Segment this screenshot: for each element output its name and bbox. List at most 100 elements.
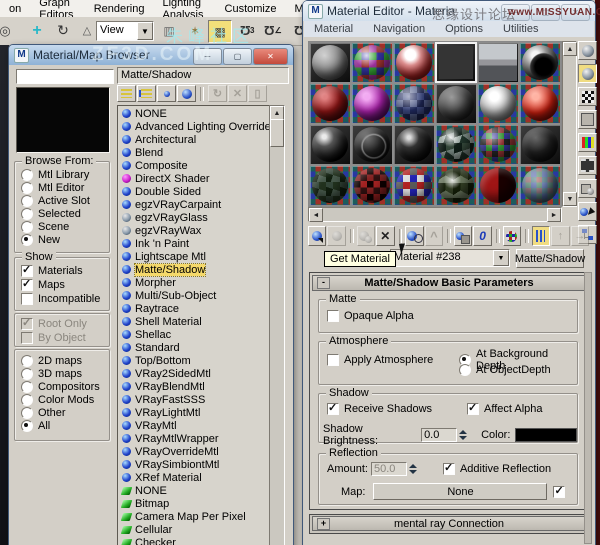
radio-control[interactable] xyxy=(21,419,33,432)
list-item-none-0[interactable]: NONE xyxy=(118,107,270,120)
reflection-map-button[interactable]: None xyxy=(373,483,548,500)
rollout-header-basic[interactable]: - Matte/Shadow Basic Parameters xyxy=(312,275,586,291)
radio-scene[interactable]: Scene xyxy=(15,220,109,233)
sample-slot-18[interactable] xyxy=(519,124,561,165)
scroll-right-icon[interactable]: ► xyxy=(547,208,561,222)
reflection-amount-value[interactable]: 50.0 xyxy=(370,462,407,476)
maximize-button[interactable]: ▢ xyxy=(223,48,252,65)
list-item-blend-3[interactable]: Blend xyxy=(118,146,270,159)
list-item-camera-map-per-pixel-31[interactable]: Camera Map Per Pixel xyxy=(118,510,270,523)
scroll-thumb[interactable] xyxy=(270,119,284,147)
app-menu-rendering[interactable]: Rendering xyxy=(85,2,154,16)
sample-slot-19[interactable] xyxy=(309,165,351,206)
sample-slot-9[interactable] xyxy=(393,83,435,124)
scroll-down-icon[interactable]: ▼ xyxy=(563,192,577,206)
make-preview-icon[interactable] xyxy=(578,156,597,175)
sample-slot-4-active[interactable] xyxy=(435,42,477,83)
minimize-button[interactable]: ─ xyxy=(501,4,530,21)
sample-slot-5[interactable] xyxy=(477,42,519,83)
snaps-toggle-icon[interactable]: ▩ xyxy=(208,20,232,43)
sample-slot-14[interactable] xyxy=(351,124,393,165)
list-item-directx-shader-5[interactable]: DirectX Shader xyxy=(118,172,270,185)
slot-vertical-scrollbar[interactable]: ▲ ▼ xyxy=(562,41,577,207)
radio-control[interactable] xyxy=(21,194,33,207)
radio-mtl-editor[interactable]: Mtl Editor xyxy=(15,181,109,194)
checkbox-materials[interactable]: Materials xyxy=(15,263,109,278)
material-type-button[interactable]: Matte/Shadow xyxy=(515,249,585,268)
view-large-icons-icon[interactable] xyxy=(177,85,196,102)
shadow-brightness-spinner[interactable]: 0.0 xyxy=(421,428,468,442)
list-item-shellac-17[interactable]: Shellac xyxy=(118,328,270,341)
scroll-up-icon[interactable]: ▲ xyxy=(563,42,577,56)
list-item-vraymtl-24[interactable]: VRayMtl xyxy=(118,419,270,432)
opaque-alpha-checkbox[interactable] xyxy=(327,310,339,322)
radio-control[interactable] xyxy=(21,367,33,380)
list-item-ink-n-paint-10[interactable]: Ink 'n Paint xyxy=(118,237,270,250)
combo-arrow-icon[interactable]: ▼ xyxy=(493,250,509,266)
radio-all[interactable]: All xyxy=(15,419,109,432)
checkbox-control[interactable] xyxy=(21,293,33,305)
list-item-morpher-13[interactable]: Morpher xyxy=(118,276,270,289)
list-item-bitmap-30[interactable]: Bitmap xyxy=(118,497,270,510)
radio-control[interactable] xyxy=(21,207,33,220)
radio-3d-maps[interactable]: 3D maps xyxy=(15,367,109,380)
sample-slot-2[interactable] xyxy=(351,42,393,83)
checkbox-incompatible[interactable]: Incompatible xyxy=(15,292,109,306)
view-list-icons-icon[interactable] xyxy=(137,85,156,102)
scroll-left-icon[interactable]: ◄ xyxy=(309,208,323,222)
app-menu-customize[interactable]: Customize xyxy=(216,2,286,16)
list-item-vraymtlwrapper-25[interactable]: VRayMtlWrapper xyxy=(118,432,270,445)
sample-uv-tiling-icon[interactable] xyxy=(578,110,597,129)
radio-control[interactable] xyxy=(21,168,33,181)
radio-control[interactable] xyxy=(21,393,33,406)
checkbox-control[interactable] xyxy=(21,263,33,277)
show-map-in-viewport-icon[interactable] xyxy=(502,226,522,246)
sample-slot-7[interactable] xyxy=(309,83,351,124)
list-item-double-sided-6[interactable]: Double Sided xyxy=(118,185,270,198)
list-item-egzvraycarpaint-7[interactable]: egzVRayCarpaint xyxy=(118,198,270,211)
list-item-vrayblendmtl-21[interactable]: VRayBlendMtl xyxy=(118,380,270,393)
toolbar-partial-icon[interactable]: ◎ xyxy=(0,20,16,41)
material-editor-titlebar[interactable]: M Material Editor - Materia ─ ▢ ✕ xyxy=(303,1,595,21)
sample-slot-13[interactable] xyxy=(309,124,351,165)
radio-new[interactable]: New xyxy=(15,233,109,246)
radio-mtl-library[interactable]: Mtl Library xyxy=(15,168,109,181)
editor-menu-options[interactable]: Options xyxy=(435,23,493,35)
reflection-map-checkbox[interactable] xyxy=(553,484,566,498)
dropdown-arrow-icon[interactable]: ▼ xyxy=(137,22,153,40)
sample-slot-15[interactable] xyxy=(393,124,435,165)
list-item-shell-material-16[interactable]: Shell Material xyxy=(118,315,270,328)
sample-slot-1[interactable] xyxy=(309,42,351,83)
snap-toggle-3d-icon[interactable]: Ω3 xyxy=(236,20,258,41)
list-item-cellular-32[interactable]: Cellular xyxy=(118,523,270,536)
list-item-multi-sub-object-14[interactable]: Multi/Sub-Object xyxy=(118,289,270,302)
receive-shadows-checkbox[interactable] xyxy=(327,401,339,415)
background-icon[interactable] xyxy=(578,87,597,106)
list-item-raytrace-15[interactable]: Raytrace xyxy=(118,302,270,315)
angle-snap-icon[interactable]: Ω ∠ xyxy=(262,20,284,41)
list-item-vray2sidedmtl-20[interactable]: VRay2SidedMtl xyxy=(118,367,270,380)
list-item-standard-18[interactable]: Standard xyxy=(118,341,270,354)
options-icon[interactable] xyxy=(578,179,597,198)
select-manipulate-icon[interactable]: ✶ xyxy=(184,20,206,41)
list-item-none-29[interactable]: NONE xyxy=(118,484,270,497)
sample-slot-20[interactable] xyxy=(351,165,393,206)
at-object-depth-radio[interactable] xyxy=(459,364,471,376)
sample-slot-24[interactable] xyxy=(519,165,561,206)
shadow-color-swatch[interactable] xyxy=(515,428,577,442)
maximize-button[interactable]: ▢ xyxy=(531,4,560,21)
put-to-library-icon[interactable] xyxy=(453,226,473,246)
select-by-material-icon[interactable] xyxy=(578,202,597,221)
list-item-top-bottom-19[interactable]: Top/Bottom xyxy=(118,354,270,367)
list-item-vraylightmtl-23[interactable]: VRayLightMtl xyxy=(118,406,270,419)
use-center-icon[interactable]: ▥ xyxy=(158,20,180,41)
checkbox-maps[interactable]: Maps xyxy=(15,277,109,292)
list-item-vrayfastsss-22[interactable]: VRayFastSSS xyxy=(118,393,270,406)
sample-slot-8[interactable] xyxy=(351,83,393,124)
list-item-vraysimbiontmtl-27[interactable]: VRaySimbiontMtl xyxy=(118,458,270,471)
sample-slot-3[interactable] xyxy=(393,42,435,83)
editor-menu-navigation[interactable]: Navigation xyxy=(363,23,435,35)
radio-control[interactable] xyxy=(21,233,33,246)
additive-reflection-checkbox[interactable] xyxy=(442,461,455,475)
show-end-result-icon[interactable] xyxy=(531,226,551,246)
